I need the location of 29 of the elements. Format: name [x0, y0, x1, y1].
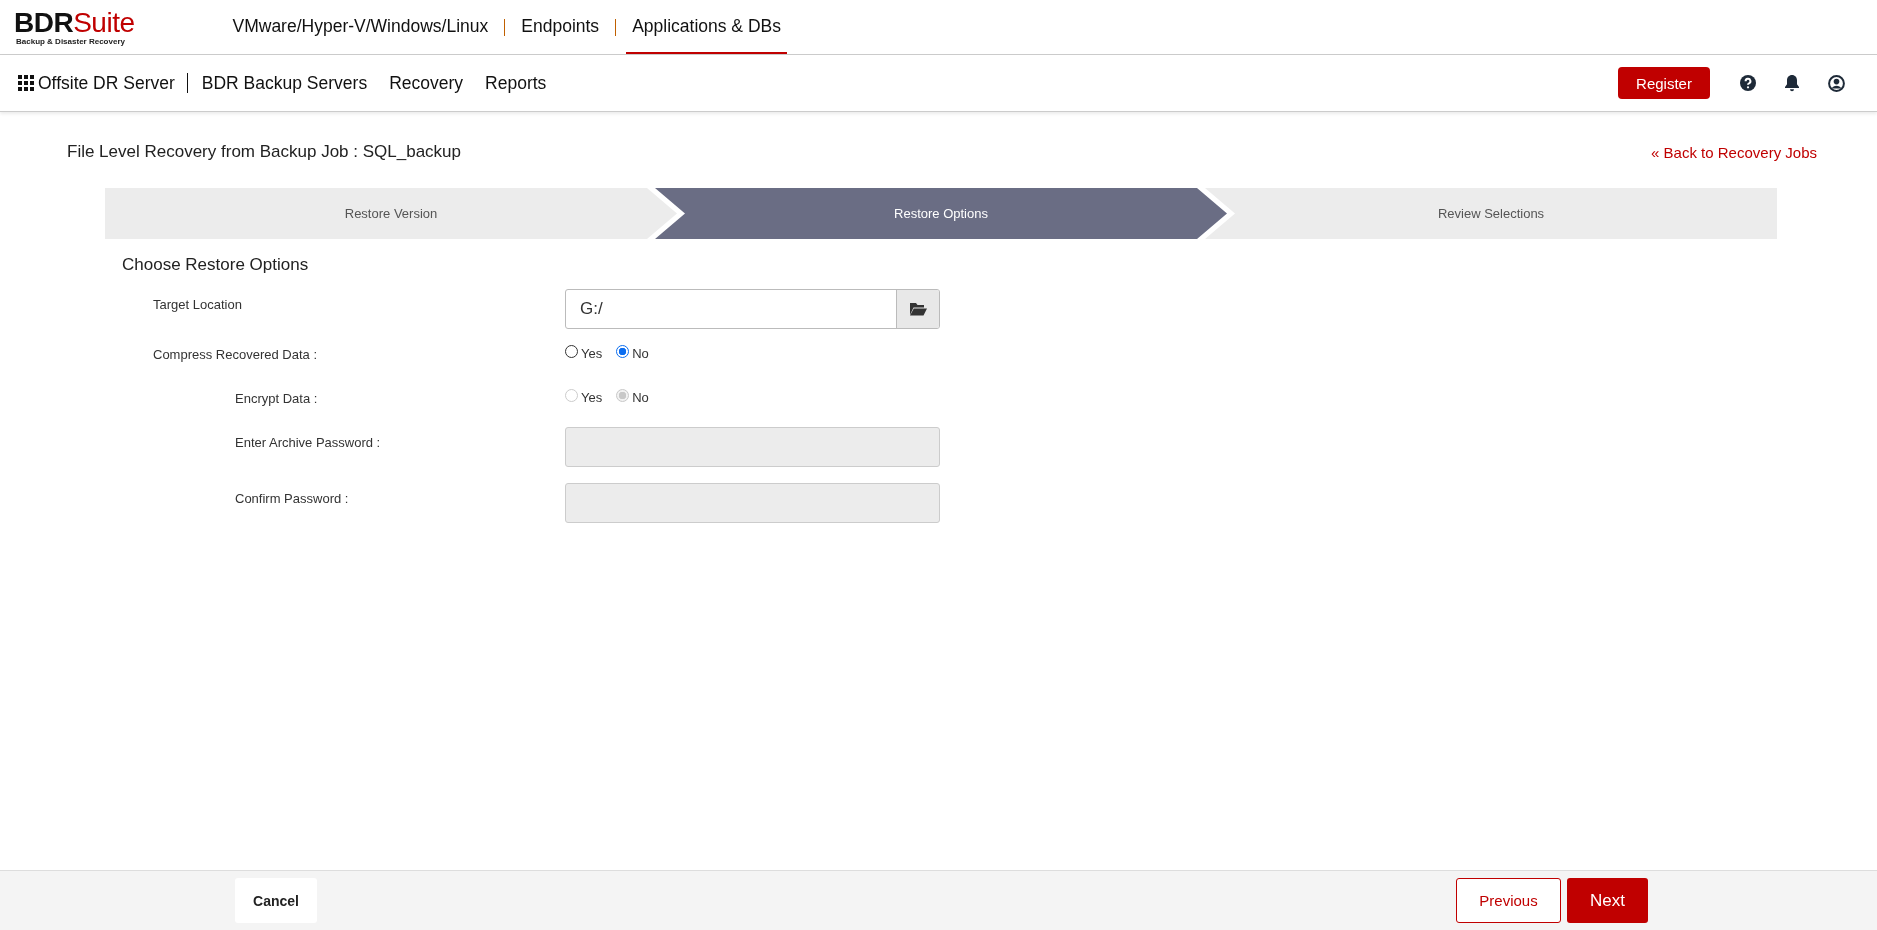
- cancel-button[interactable]: Cancel: [235, 878, 317, 923]
- field-label: Compress Recovered Data :: [153, 346, 318, 362]
- product-title[interactable]: Offsite DR Server: [38, 72, 175, 94]
- field-label: Confirm Password :: [234, 490, 350, 506]
- nav-link[interactable]: BDR Backup Servers: [201, 72, 368, 94]
- logo-wordmark: BDRSuite: [14, 8, 135, 37]
- radio-option[interactable]: No: [616, 346, 649, 361]
- radio-option: Yes: [565, 390, 603, 405]
- target-location-field[interactable]: G:/: [565, 289, 940, 329]
- nav-link[interactable]: Reports: [485, 72, 547, 94]
- back-link[interactable]: « Back to Recovery Jobs: [1651, 143, 1817, 161]
- field-label: Encrypt Data :: [234, 390, 319, 406]
- wizard-step[interactable]: Restore Options: [655, 188, 1227, 239]
- section-heading: Choose Restore Options: [122, 255, 310, 275]
- wizard-step[interactable]: Restore Version: [105, 188, 677, 239]
- wizard-step[interactable]: Review Selections: [1205, 188, 1777, 239]
- radio-option: No: [616, 390, 649, 405]
- register-button[interactable]: Register: [1618, 67, 1710, 99]
- next-button[interactable]: Next: [1567, 878, 1648, 923]
- page-title: File Level Recovery from Backup Job : SQL_backup: [67, 142, 462, 162]
- logo-tagline: Backup & Disaster Recovery: [16, 36, 126, 46]
- field-label: Enter Archive Password :: [234, 434, 382, 450]
- radio-option[interactable]: Yes: [565, 346, 603, 361]
- previous-button[interactable]: Previous: [1456, 878, 1561, 923]
- field-label: Target Location: [153, 296, 243, 312]
- nav-link[interactable]: Recovery: [389, 72, 464, 94]
- product-tab[interactable]: VMware/Hyper-V/Windows/Linux: [226, 0, 495, 54]
- product-tab[interactable]: Endpoints: [515, 0, 606, 54]
- product-tab[interactable]: Applications & DBs: [626, 0, 787, 54]
